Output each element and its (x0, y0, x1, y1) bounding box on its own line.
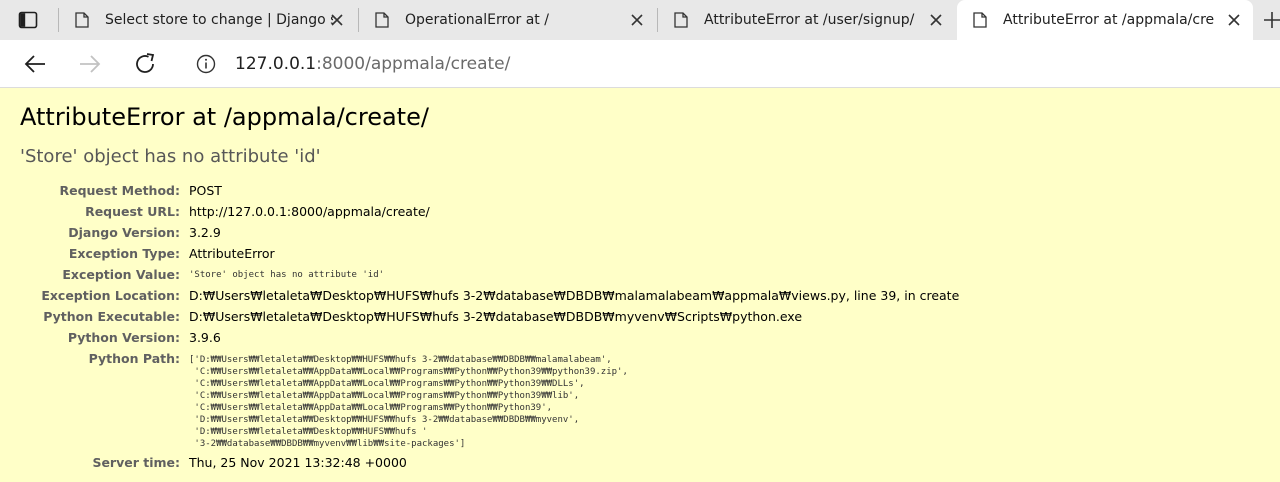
python-path-line: 'C:₩₩Users₩₩letaleta₩₩AppData₩₩Local₩₩Pr… (189, 391, 580, 401)
python-path-line: '3-2₩₩database₩₩DBDB₩₩myvenv₩₩lib₩₩site-… (189, 439, 466, 449)
tab-django-admin[interactable]: Select store to change | Django site adm… (59, 0, 357, 40)
meta-key: Exception Value: (62, 267, 180, 282)
close-icon[interactable] (329, 12, 345, 28)
meta-value: Thu, 25 Nov 2021 13:32:48 +0000 (189, 455, 407, 470)
meta-key: Server time: (92, 455, 180, 470)
tab-create-error[interactable]: AttributeError at /appmala/create/ (957, 0, 1253, 40)
tab-strip: Select store to change | Django site adm… (0, 0, 1280, 40)
url-path: :8000/appmala/create/ (316, 54, 511, 74)
meta-key: Request Method: (59, 183, 180, 198)
url-text[interactable]: 127.0.0.1:8000/appmala/create/ (235, 54, 510, 74)
exception-message: 'Store' object has no attribute 'id' (20, 146, 321, 167)
python-path-line: 'D:₩₩Users₩₩letaleta₩₩Desktop₩₩HUFS₩₩huf… (189, 415, 580, 425)
browser-toolbar: 127.0.0.1:8000/appmala/create/ (0, 40, 1280, 88)
python-path-line: 'C:₩₩Users₩₩letaleta₩₩AppData₩₩Local₩₩Pr… (189, 367, 628, 377)
meta-value: 3.9.6 (189, 330, 221, 345)
info-icon[interactable] (196, 54, 216, 74)
refresh-icon (136, 53, 155, 73)
tab-title: AttributeError at /user/signup/ (704, 12, 915, 28)
tab-signup-error[interactable]: AttributeError at /user/signup/ (658, 0, 956, 40)
page-icon (75, 12, 89, 28)
meta-value: D:₩Users₩letaleta₩Desktop₩HUFS₩hufs 3-2₩… (189, 288, 960, 303)
address-bar[interactable]: 127.0.0.1:8000/appmala/create/ (180, 46, 1278, 82)
url-host: 127.0.0.1 (235, 54, 317, 74)
python-path-list: ['D:₩₩Users₩₩letaleta₩₩Desktop₩₩HUFS₩₩hu… (189, 354, 628, 450)
meta-value: D:₩Users₩letaleta₩Desktop₩HUFS₩hufs 3-2₩… (189, 309, 803, 324)
tab-title: AttributeError at /appmala/create/ (1003, 12, 1215, 28)
error-summary: AttributeError at /appmala/create/ 'Stor… (0, 89, 1280, 482)
tab-title: Select store to change | Django site adm… (105, 12, 333, 28)
page-icon (674, 12, 688, 28)
close-icon[interactable] (928, 12, 944, 28)
tab-operational-error[interactable]: OperationalError at / (359, 0, 657, 40)
meta-key: Exception Type: (68, 246, 180, 261)
meta-value: 'Store' object has no attribute 'id' (189, 270, 385, 280)
page-icon (375, 12, 389, 28)
meta-value: POST (189, 183, 222, 198)
meta-key: Exception Location: (41, 288, 180, 303)
meta-value: 3.2.9 (189, 225, 221, 240)
python-path-line: 'D:₩₩Users₩₩letaleta₩₩Desktop₩₩HUFS₩₩huf… (189, 427, 428, 437)
meta-key: Python Version: (67, 330, 180, 345)
tab-actions-button[interactable] (12, 8, 44, 32)
arrow-left-icon (24, 55, 45, 73)
meta-key: Python Path: (88, 351, 180, 366)
meta-key: Request URL: (85, 204, 180, 219)
meta-key: Python Executable: (43, 309, 180, 324)
reload-button[interactable] (131, 50, 159, 78)
new-tab-icon[interactable] (1262, 10, 1280, 30)
tab-title: OperationalError at / (405, 12, 549, 28)
page-icon (973, 12, 987, 28)
back-button[interactable] (21, 50, 49, 78)
arrow-right-icon (80, 55, 101, 73)
forward-button[interactable] (76, 50, 104, 78)
close-icon[interactable] (1226, 12, 1242, 28)
meta-value: AttributeError (189, 246, 275, 261)
tab-actions-icon (18, 11, 38, 29)
meta-value: http://127.0.0.1:8000/appmala/create/ (189, 204, 430, 219)
close-icon[interactable] (629, 12, 645, 28)
python-path-line: ['D:₩₩Users₩₩letaleta₩₩Desktop₩₩HUFS₩₩hu… (189, 355, 612, 365)
python-path-line: 'C:₩₩Users₩₩letaleta₩₩AppData₩₩Local₩₩Pr… (189, 379, 585, 389)
meta-key: Django Version: (68, 225, 180, 240)
page-title: AttributeError at /appmala/create/ (20, 103, 429, 131)
python-path-line: 'C:₩₩Users₩₩letaleta₩₩AppData₩₩Local₩₩Pr… (189, 403, 553, 413)
